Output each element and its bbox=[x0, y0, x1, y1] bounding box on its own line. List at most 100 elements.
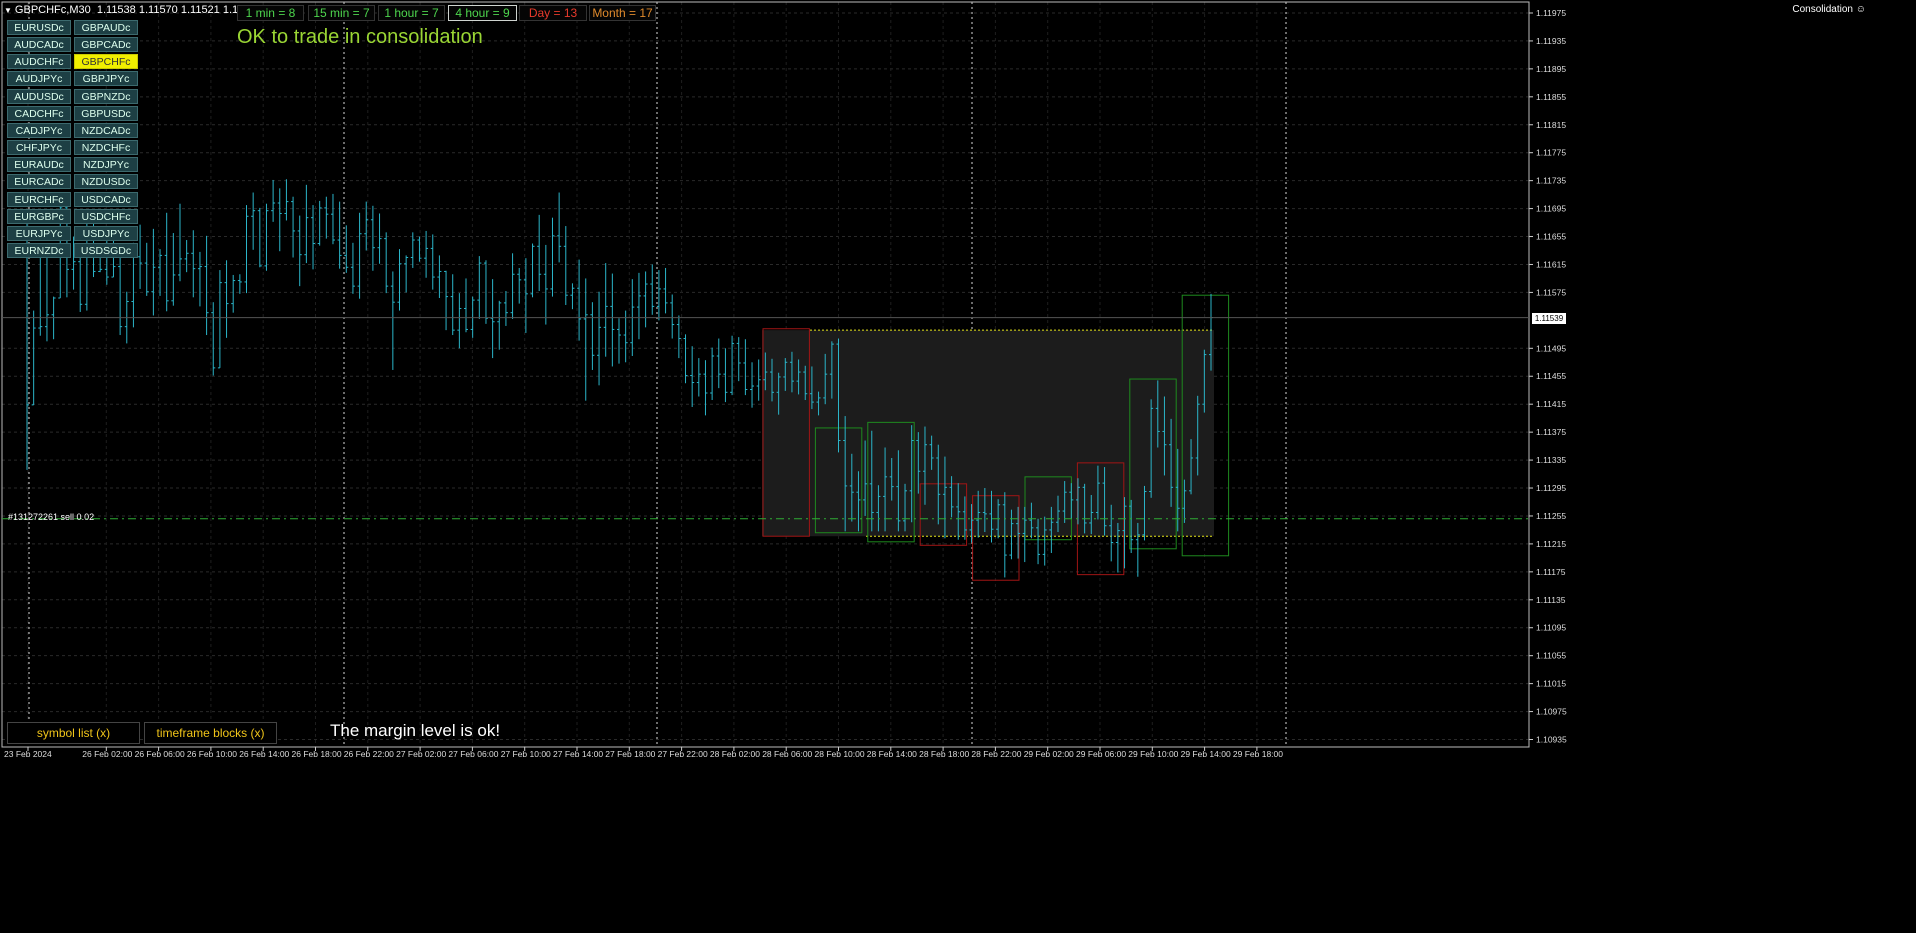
ohlc-bar bbox=[184, 240, 189, 273]
price-tick-label: 1.11295 bbox=[1536, 483, 1566, 493]
symbol-button-eurusdc[interactable]: EURUSDc bbox=[7, 20, 71, 35]
symbol-button-usdcadc[interactable]: USDCADc bbox=[74, 191, 138, 207]
ohlc-bar bbox=[251, 192, 256, 250]
time-tick-label: 27 Feb 02:00 bbox=[396, 749, 446, 759]
ohlc-bar bbox=[224, 260, 229, 338]
ohlc-bar bbox=[317, 200, 322, 246]
ohlc-bar bbox=[563, 226, 568, 305]
price-tick-label: 1.11615 bbox=[1536, 259, 1566, 269]
price-axis: 1.11975 1.11935 1.11895 1.11855 1.11815 1.117… bbox=[1529, 8, 1567, 745]
timeframe-blocks-toggle-button[interactable]: timeframe blocks (x) bbox=[144, 722, 277, 744]
time-tick-label: 28 Feb 14:00 bbox=[867, 749, 917, 759]
symbol-button-gbpjpyc[interactable]: GBPJPYc bbox=[74, 71, 138, 87]
ohlc-bar bbox=[710, 347, 715, 400]
symbol-button-euraudc[interactable]: EURAUDc bbox=[7, 157, 71, 173]
symbol-button-nzdchfc[interactable]: NZDCHFc bbox=[74, 140, 138, 156]
symbol-button-eurchfc[interactable]: EURCHFc bbox=[7, 191, 71, 207]
timeframe-block-0[interactable]: 1 min = 8 bbox=[237, 5, 304, 21]
ohlc-bar bbox=[703, 360, 708, 416]
price-tick-label: 1.11495 bbox=[1536, 343, 1566, 353]
price-tick-label: 1.11135 bbox=[1536, 595, 1566, 605]
ohlc-bar bbox=[204, 235, 209, 336]
ohlc-bar bbox=[231, 274, 236, 313]
ohlc-bar bbox=[610, 273, 615, 367]
price-tick-label: 1.11775 bbox=[1536, 148, 1566, 158]
ohlc-bar bbox=[377, 213, 382, 264]
symbol-button-usdchfc[interactable]: USDCHFc bbox=[74, 208, 138, 224]
symbol-button-cadchfc[interactable]: CADCHFc bbox=[7, 105, 71, 121]
price-tick-label: 1.10975 bbox=[1536, 707, 1567, 717]
symbol-button-nzdjpyc[interactable]: NZDJPYc bbox=[74, 157, 138, 173]
timeframe-block-2[interactable]: 1 hour = 7 bbox=[378, 5, 445, 21]
symbol-button-gbpcadc[interactable]: GBPCADc bbox=[74, 37, 138, 53]
ohlc-bar bbox=[517, 267, 522, 304]
price-tick-label: 1.11695 bbox=[1536, 204, 1566, 214]
symbol-button-audjpyc[interactable]: AUDJPYc bbox=[7, 71, 71, 87]
ohlc-bar bbox=[171, 233, 176, 306]
time-tick-label: 26 Feb 10:00 bbox=[187, 749, 237, 759]
price-tick-label: 1.11895 bbox=[1536, 64, 1566, 74]
symbol-button-eurgbpc[interactable]: EURGBPc bbox=[7, 208, 71, 224]
ohlc-bar bbox=[370, 205, 375, 271]
ohlc-bar bbox=[297, 215, 302, 287]
symbol-button-audchfc[interactable]: AUDCHFc bbox=[7, 54, 71, 70]
symbol-button-cadjpyc[interactable]: CADJPYc bbox=[7, 122, 71, 138]
symbol-button-chfjpyc[interactable]: CHFJPYc bbox=[7, 140, 71, 156]
ohlc-bar bbox=[683, 334, 688, 384]
timeframe-block-3[interactable]: 4 hour = 9 bbox=[448, 5, 517, 21]
price-chart[interactable]: 1.11975 1.11935 1.11895 1.11855 1.11815 1.117… bbox=[0, 0, 1916, 933]
ohlc-bar bbox=[503, 291, 508, 326]
symbol-button-gbpchfc[interactable]: GBPCHFc bbox=[74, 54, 138, 70]
ohlc-bar bbox=[696, 358, 701, 397]
ohlc-bar bbox=[570, 283, 575, 310]
symbol-button-eurjpyc[interactable]: EURJPYc bbox=[7, 225, 71, 241]
ohlc-bar bbox=[164, 212, 169, 312]
time-tick-label: 28 Feb 10:00 bbox=[815, 749, 865, 759]
ohlc-bar bbox=[590, 302, 595, 370]
symbol-button-audcadc[interactable]: AUDCADc bbox=[7, 37, 71, 53]
ohlc-bar bbox=[31, 310, 36, 406]
indicator-name: Consolidation bbox=[1792, 4, 1853, 15]
ohlc-bar bbox=[623, 310, 628, 363]
ohlc-bar bbox=[277, 188, 282, 252]
ohlc-bar bbox=[736, 337, 741, 382]
symbol-list-toggle-button[interactable]: symbol list (x) bbox=[7, 722, 140, 744]
timeframe-block-4[interactable]: Day = 13 bbox=[519, 5, 587, 21]
ohlc-bar bbox=[577, 259, 582, 341]
ohlc-bar bbox=[663, 267, 668, 314]
ohlc-bar bbox=[617, 318, 621, 364]
symbol-button-gbpusdc[interactable]: GBPUSDc bbox=[74, 105, 138, 121]
ohlc-bar bbox=[550, 217, 555, 297]
symbol-button-gbpnzdc[interactable]: GBPNZDc bbox=[74, 88, 138, 104]
ohlc-bar bbox=[437, 255, 442, 299]
ohlc-bar bbox=[284, 179, 289, 221]
price-tick-label: 1.11935 bbox=[1536, 36, 1566, 46]
ohlc-bar bbox=[490, 279, 495, 359]
time-tick-label: 27 Feb 14:00 bbox=[553, 749, 603, 759]
ohlc-bar bbox=[397, 249, 402, 311]
price-tick-label: 1.11975 bbox=[1536, 8, 1566, 18]
chart-title: ▼ GBPCHFc,M30 1.11538 1.11570 1.11521 1.1… bbox=[4, 4, 262, 16]
symbol-button-nzdusdc[interactable]: NZDUSDc bbox=[74, 174, 138, 190]
time-tick-label: 26 Feb 18:00 bbox=[292, 749, 342, 759]
symbol-timeframe: GBPCHFc,M30 bbox=[14, 4, 91, 16]
symbol-button-eurnzdc[interactable]: EURNZDc bbox=[7, 242, 71, 258]
symbol-button-gbpaudc[interactable]: GBPAUDc bbox=[74, 20, 138, 35]
ohlc-bar bbox=[543, 244, 548, 325]
symbol-button-usdsgdc[interactable]: USDSGDc bbox=[74, 242, 138, 258]
symbol-button-audusdc[interactable]: AUDUSDc bbox=[7, 88, 71, 104]
time-tick-label: 28 Feb 06:00 bbox=[762, 749, 812, 759]
ohlc-bar bbox=[603, 263, 608, 357]
ohlc-bar bbox=[237, 274, 242, 294]
triangle-down-icon[interactable]: ▼ bbox=[4, 6, 12, 15]
symbol-button-eurcadc[interactable]: EURCADc bbox=[7, 174, 71, 190]
ohlc-bar bbox=[723, 348, 728, 403]
timeframe-block-5[interactable]: Month = 17 bbox=[589, 5, 656, 21]
timeframe-block-1[interactable]: 15 min = 7 bbox=[308, 5, 375, 21]
symbol-button-nzdcadc[interactable]: NZDCADc bbox=[74, 122, 138, 138]
ohlc-bar bbox=[291, 196, 296, 258]
symbol-button-usdjpyc[interactable]: USDJPYc bbox=[74, 225, 138, 241]
ohlc-bar bbox=[151, 228, 156, 316]
ohlc-bar bbox=[410, 232, 415, 268]
price-tick-label: 1.11255 bbox=[1536, 511, 1566, 521]
